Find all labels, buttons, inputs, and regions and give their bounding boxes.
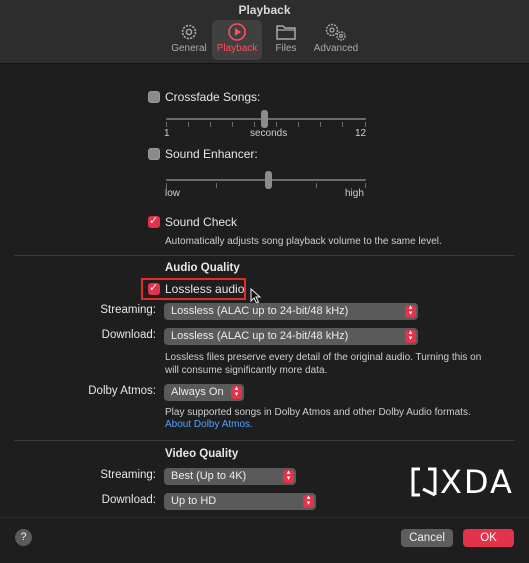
tab-label: General bbox=[171, 43, 207, 54]
enhancer-low-label: low bbox=[165, 188, 181, 199]
chevron-updown-icon: ▴ ▾ bbox=[405, 329, 416, 343]
chevron-updown-icon: ▴ ▾ bbox=[231, 385, 242, 399]
video-download-value: Up to HD bbox=[171, 495, 217, 507]
folder-icon bbox=[276, 25, 296, 40]
mouse-cursor-icon bbox=[250, 288, 262, 304]
sound-enhancer-label: Sound Enhancer: bbox=[165, 147, 258, 161]
ok-button[interactable]: OK bbox=[463, 529, 514, 547]
sound-enhancer-checkbox[interactable] bbox=[148, 148, 160, 160]
lossless-audio-checkbox[interactable] bbox=[148, 281, 160, 295]
crossfade-slider-knob[interactable] bbox=[261, 110, 268, 128]
sound-check-checkbox[interactable] bbox=[148, 214, 160, 228]
video-streaming-label: Streaming: bbox=[100, 469, 156, 481]
dolby-atmos-note: Play supported songs in Dolby Atmos and … bbox=[165, 407, 471, 418]
chevron-updown-icon: ▴ ▾ bbox=[405, 304, 416, 318]
chevron-updown-icon: ▴ ▾ bbox=[283, 469, 294, 483]
gears-icon bbox=[325, 23, 346, 41]
play-icon bbox=[228, 23, 246, 41]
xda-watermark: XDA bbox=[410, 463, 525, 501]
video-download-label: Download: bbox=[101, 494, 156, 506]
help-button[interactable]: ? bbox=[15, 529, 32, 546]
lossless-note-line1: Lossless files preserve every detail of … bbox=[165, 352, 482, 363]
divider bbox=[14, 440, 515, 441]
dolby-atmos-label: Dolby Atmos: bbox=[88, 385, 156, 397]
audio-download-value: Lossless (ALAC up to 24-bit/48 kHz) bbox=[171, 330, 349, 342]
audio-download-label: Download: bbox=[101, 329, 156, 341]
tab-label: Advanced bbox=[313, 43, 359, 54]
toolbar: Playback General Playback Files Advanced bbox=[0, 0, 529, 64]
crossfade-max-label: 12 bbox=[355, 128, 367, 139]
video-quality-heading: Video Quality bbox=[165, 448, 239, 460]
audio-quality-heading: Audio Quality bbox=[165, 262, 240, 274]
dolby-atmos-select[interactable]: Always On ▴ ▾ bbox=[164, 384, 244, 401]
footer-divider bbox=[0, 517, 529, 518]
crossfade-mid-label: seconds bbox=[250, 128, 288, 139]
tab-advanced[interactable]: Advanced bbox=[310, 20, 362, 60]
crossfade-min-label: 1 bbox=[164, 128, 170, 139]
tab-playback[interactable]: Playback bbox=[212, 20, 262, 60]
tab-label: Files bbox=[275, 43, 297, 54]
tab-general[interactable]: General bbox=[168, 20, 210, 60]
video-streaming-select[interactable]: Best (Up to 4K) ▴ ▾ bbox=[164, 468, 296, 485]
sound-check-label: Sound Check bbox=[165, 215, 238, 229]
audio-streaming-value: Lossless (ALAC up to 24-bit/48 kHz) bbox=[171, 305, 349, 317]
enhancer-high-label: high bbox=[345, 188, 364, 199]
audio-download-select[interactable]: Lossless (ALAC up to 24-bit/48 kHz) ▴ ▾ bbox=[164, 328, 418, 345]
lossless-audio-label: Lossless audio bbox=[165, 282, 245, 296]
cancel-button[interactable]: Cancel bbox=[401, 529, 453, 547]
dolby-atmos-value: Always On bbox=[171, 386, 224, 398]
video-download-select[interactable]: Up to HD ▴ ▾ bbox=[164, 493, 316, 510]
xda-watermark-text: XDA bbox=[440, 463, 514, 501]
lossless-note-line2: will consume significantly more data. bbox=[165, 365, 328, 376]
xda-logo-icon bbox=[411, 467, 437, 497]
video-streaming-value: Best (Up to 4K) bbox=[171, 470, 247, 482]
help-icon: ? bbox=[20, 531, 27, 543]
about-dolby-atmos-link[interactable]: About Dolby Atmos. bbox=[165, 419, 253, 430]
tab-files[interactable]: Files bbox=[268, 20, 304, 60]
crossfade-checkbox[interactable] bbox=[148, 91, 160, 103]
audio-streaming-label: Streaming: bbox=[100, 304, 156, 316]
sound-check-description: Automatically adjusts song playback volu… bbox=[165, 236, 442, 247]
chevron-updown-icon: ▴ ▾ bbox=[303, 494, 314, 508]
divider bbox=[14, 255, 515, 256]
audio-streaming-select[interactable]: Lossless (ALAC up to 24-bit/48 kHz) ▴ ▾ bbox=[164, 303, 418, 320]
tab-label: Playback bbox=[216, 43, 258, 54]
enhancer-slider-knob[interactable] bbox=[265, 171, 272, 189]
window-title: Playback bbox=[238, 3, 291, 17]
gear-icon bbox=[181, 24, 197, 40]
crossfade-label: Crossfade Songs: bbox=[165, 90, 261, 104]
